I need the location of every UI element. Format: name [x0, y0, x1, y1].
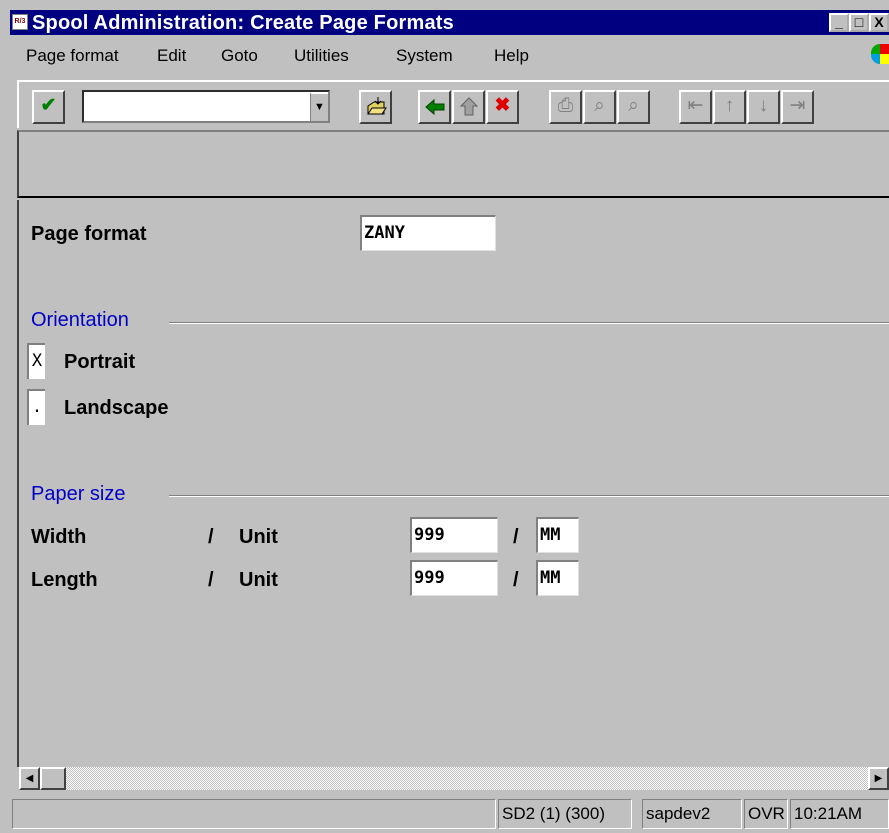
length-input[interactable]: 999	[410, 560, 498, 596]
last-page-icon: ⇥	[781, 90, 814, 124]
previous-page-icon: ↑	[713, 90, 746, 124]
menu-edit[interactable]: Edit	[157, 46, 186, 66]
back-icon[interactable]	[418, 90, 451, 124]
next-page-icon: ↓	[747, 90, 780, 124]
status-mode[interactable]: OVR	[744, 799, 788, 829]
landscape-label: Landscape	[64, 397, 169, 419]
paper-size-group-divider	[169, 495, 889, 497]
window-title: Spool Administration: Create Page Format…	[32, 12, 454, 34]
exit-icon[interactable]	[452, 90, 485, 124]
horizontal-scrollbar[interactable]: ◀ ▶	[19, 767, 889, 790]
orientation-group-divider	[169, 322, 889, 324]
length-separator: /	[208, 569, 214, 591]
menu-goto[interactable]: Goto	[221, 46, 258, 66]
menu-help[interactable]: Help	[494, 46, 529, 66]
enter-icon[interactable]: ✔	[32, 90, 65, 124]
standard-toolbar: ✔ ▼ ✖ ⎙ ⌕ ⌕ ⇤ ↑ ↓ ⇥	[17, 80, 889, 128]
portrait-label: Portrait	[64, 351, 136, 373]
orientation-group-title: Orientation	[31, 309, 135, 332]
menu-system[interactable]: System	[396, 46, 453, 66]
length-unit-separator: /	[513, 569, 519, 591]
portrait-checkbox[interactable]: X	[27, 343, 45, 379]
status-server[interactable]: sapdev2	[642, 799, 742, 829]
title-bar: R/3 Spool Administration: Create Page Fo…	[10, 10, 889, 35]
cancel-icon[interactable]: ✖	[486, 90, 519, 124]
sap-window: R/3 Spool Administration: Create Page Fo…	[0, 0, 889, 833]
width-label: Width	[31, 526, 87, 548]
length-unit-input[interactable]: MM	[536, 560, 579, 596]
minimize-button[interactable]: _	[829, 13, 849, 32]
main-content: Page format ZANY Orientation X Portrait …	[17, 200, 889, 767]
width-unit-input[interactable]: MM	[536, 517, 579, 553]
command-field[interactable]: ▼	[82, 90, 330, 123]
sap-color-logo-icon	[871, 44, 889, 64]
status-message	[12, 799, 496, 829]
close-button[interactable]: X	[869, 13, 889, 32]
scroll-right-icon[interactable]: ▶	[868, 767, 889, 790]
landscape-checkbox[interactable]: .	[27, 389, 45, 425]
status-system[interactable]: SD2 (1) (300)	[498, 799, 632, 829]
width-input[interactable]: 999	[410, 517, 498, 553]
scrollbar-thumb[interactable]	[40, 767, 66, 790]
find-icon: ⌕	[583, 90, 616, 124]
maximize-button[interactable]: □	[849, 13, 869, 32]
width-separator: /	[208, 526, 214, 548]
width-unit-label: Unit	[239, 526, 278, 548]
width-unit-separator: /	[513, 526, 519, 548]
scroll-left-icon[interactable]: ◀	[19, 767, 40, 790]
application-toolbar	[17, 130, 889, 198]
length-unit-label: Unit	[239, 569, 278, 591]
find-next-icon: ⌕	[617, 90, 650, 124]
first-page-icon: ⇤	[679, 90, 712, 124]
print-icon: ⎙	[549, 90, 582, 124]
length-label: Length	[31, 569, 98, 591]
sap-app-icon[interactable]: R/3	[12, 14, 28, 30]
paper-size-group-title: Paper size	[31, 483, 132, 506]
page-format-input[interactable]: ZANY	[360, 215, 496, 251]
menu-utilities[interactable]: Utilities	[294, 46, 349, 66]
chevron-down-icon[interactable]: ▼	[310, 92, 328, 121]
status-bar: SD2 (1) (300) sapdev2 OVR 10:21AM	[10, 795, 889, 831]
menu-bar: Page format Edit Goto Utilities System H…	[10, 37, 889, 71]
menu-page-format[interactable]: Page format	[26, 46, 119, 66]
save-icon[interactable]	[359, 90, 392, 124]
status-time: 10:21AM	[790, 799, 889, 829]
page-format-label: Page format	[31, 223, 147, 245]
